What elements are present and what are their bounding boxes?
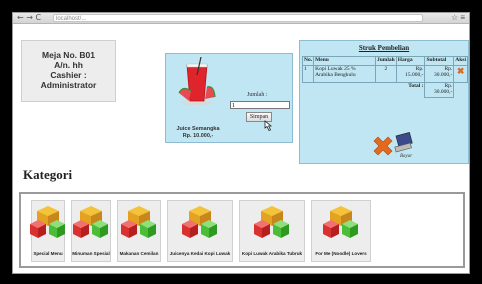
table-number: Meja No. B01: [42, 50, 95, 60]
category-item-kopi-luwak-tubruk[interactable]: Kopi Luwak Arabika Tubruk: [239, 200, 305, 262]
total-label: Total :: [408, 83, 424, 89]
row-qty: 2: [374, 65, 397, 83]
row-price: Rp. 15.000,-: [395, 65, 426, 83]
col-subtotal: Subtotal: [424, 56, 455, 66]
category-label: Special Menu: [33, 251, 63, 256]
category-item-juicenya-kedai[interactable]: Juicenya Kedai Kopi Luwak: [167, 200, 233, 262]
total-value: Rp. 30.000,-: [424, 82, 455, 98]
customer-name: A/n. hh: [54, 60, 83, 70]
browser-nav-buttons[interactable]: ← → C: [17, 13, 41, 23]
row-no: 1: [301, 65, 315, 83]
category-label: Minuman Spesial: [72, 251, 110, 256]
browser-toolbar: ← → C localhost/... ☆ ≡: [13, 13, 469, 24]
product-price: Rp. 10.000,-: [182, 133, 214, 139]
category-label: Kopi Luwak Arabika Tubruk: [241, 251, 303, 256]
category-label: Juicenya Kedai Kopi Luwak: [169, 251, 231, 256]
quantity-input[interactable]: 1: [230, 101, 290, 109]
cashier-name: Cashier : Administrator: [40, 70, 97, 90]
category-heading: Kategori: [23, 167, 73, 182]
col-qty: Jumlah: [374, 56, 397, 66]
boxes-icon: [121, 206, 156, 238]
quantity-label: Jumlah :: [247, 92, 268, 98]
receipt-table: No. Menu Jumlah Harga Subtotal Aksi 1 Ko…: [301, 56, 468, 98]
boxes-icon: [182, 206, 217, 238]
receipt-header-row: No. Menu Jumlah Harga Subtotal Aksi: [301, 56, 468, 66]
table-row: 1 Kopi Luwak 25 % Arabika Bengkulu 2 Rp.…: [301, 65, 468, 83]
row-menu: Kopi Luwak 25 % Arabika Bengkulu: [313, 65, 376, 83]
category-label: For Me (Noodle) Lovers: [315, 251, 367, 256]
category-item-special-menu[interactable]: Special Menu: [30, 200, 65, 262]
category-item-makanan-cemilan[interactable]: Makanan Cemilan: [117, 200, 161, 262]
receipt-title: Struk Pembelian: [358, 44, 410, 52]
table-info-panel: Meja No. B01 A/n. hh Cashier : Administr…: [21, 40, 116, 102]
category-item-noodle-lovers[interactable]: For Me (Noodle) Lovers: [311, 200, 371, 262]
delete-icon[interactable]: ✖: [453, 65, 468, 83]
app-window: ← → C localhost/... ☆ ≡ Meja No. B01 A/n…: [12, 12, 470, 274]
hand-pointer-icon: [264, 120, 273, 132]
boxes-icon: [254, 206, 289, 238]
pay-label: Bayar: [400, 154, 413, 159]
total-row: Total : Rp. 30.000,-: [303, 82, 468, 98]
category-label: Makanan Cemilan: [119, 251, 159, 256]
browser-menu-icon[interactable]: ☆ ≡: [451, 13, 465, 23]
col-action: Aksi: [453, 56, 468, 66]
boxes-icon: [73, 206, 108, 238]
address-bar[interactable]: localhost/...: [53, 14, 423, 22]
boxes-icon: [323, 206, 358, 238]
col-no: No.: [301, 56, 315, 66]
order-entry-panel: Juice Semangka Rp. 10.000,- Jumlah : 1 S…: [165, 53, 293, 143]
boxes-icon: [30, 206, 65, 238]
category-panel: Special Menu Minuman Spesial Makanan Cem…: [19, 192, 465, 268]
juice-glass-image: [178, 57, 216, 105]
receipt-panel: Struk Pembelian No. Menu Jumlah Harga Su…: [299, 40, 469, 164]
row-subtotal: Rp. 30.000,-: [424, 65, 455, 83]
col-menu: Menu: [313, 56, 376, 66]
product-caption: Juice Semangka Rp. 10.000,-: [170, 126, 226, 140]
category-item-minuman-spesial[interactable]: Minuman Spesial: [71, 200, 111, 262]
col-price: Harga: [395, 56, 426, 66]
product-name: Juice Semangka: [176, 126, 220, 132]
